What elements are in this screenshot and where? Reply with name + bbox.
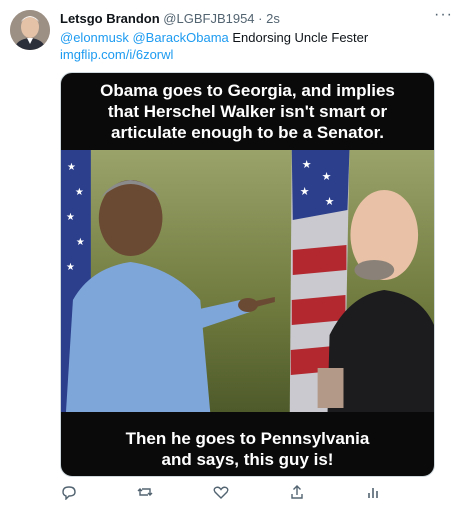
svg-text:★: ★ xyxy=(322,171,332,183)
avatar[interactable] xyxy=(10,10,50,50)
reply-icon[interactable] xyxy=(60,484,78,501)
top-caption-line: that Herschel Walker isn't smart or xyxy=(107,102,388,121)
like-icon[interactable] xyxy=(212,484,230,500)
mention-elonmusk[interactable]: @elonmusk xyxy=(60,30,129,45)
top-caption-line: articulate enough to be a Senator. xyxy=(111,123,384,142)
tweet-header: Letsgo Brandon @LGBFJB1954 · 2s xyxy=(60,10,439,27)
meme-bottom-caption: Then he goes to Pennsylvania and says, t… xyxy=(61,428,434,470)
bottom-caption-line: and says, this guy is! xyxy=(161,450,334,469)
avatar-image xyxy=(10,10,50,50)
separator-dot: · xyxy=(258,11,263,26)
svg-text:★: ★ xyxy=(325,196,335,208)
meme-top-caption: Obama goes to Georgia, and implies that … xyxy=(61,80,434,143)
svg-text:★: ★ xyxy=(66,262,75,273)
svg-text:★: ★ xyxy=(66,212,75,223)
tweet: Letsgo Brandon @LGBFJB1954 · 2s ··· @elo… xyxy=(0,0,469,501)
top-caption-line: Obama goes to Georgia, and implies xyxy=(100,81,395,100)
bottom-caption-line: Then he goes to Pennsylvania xyxy=(125,429,370,448)
analytics-icon[interactable] xyxy=(364,484,382,500)
svg-text:★: ★ xyxy=(75,187,84,198)
tweet-text: @elonmusk @BarackObama Endorsing Uncle F… xyxy=(60,29,455,63)
meme-photo: ★ ★ ★ ★ ★ ★ ★ ★ ★ xyxy=(61,150,434,412)
display-name[interactable]: Letsgo Brandon xyxy=(60,11,160,26)
tweet-body-text: Endorsing Uncle Fester xyxy=(232,30,369,45)
retweet-icon[interactable] xyxy=(136,484,154,500)
more-options-icon[interactable]: ··· xyxy=(434,6,453,24)
svg-text:★: ★ xyxy=(67,162,76,173)
tweet-actions xyxy=(60,484,450,501)
timestamp[interactable]: 2s xyxy=(266,11,280,26)
share-icon[interactable] xyxy=(288,484,306,500)
svg-text:★: ★ xyxy=(300,186,310,198)
mention-barackobama[interactable]: @BarackObama xyxy=(132,30,228,45)
user-handle[interactable]: @LGBFJB1954 xyxy=(163,11,254,26)
svg-text:★: ★ xyxy=(302,159,312,171)
svg-text:★: ★ xyxy=(76,237,85,248)
meme-image[interactable]: Obama goes to Georgia, and implies that … xyxy=(60,72,435,477)
tweet-link[interactable]: imgflip.com/i/6zorwl xyxy=(60,47,173,62)
